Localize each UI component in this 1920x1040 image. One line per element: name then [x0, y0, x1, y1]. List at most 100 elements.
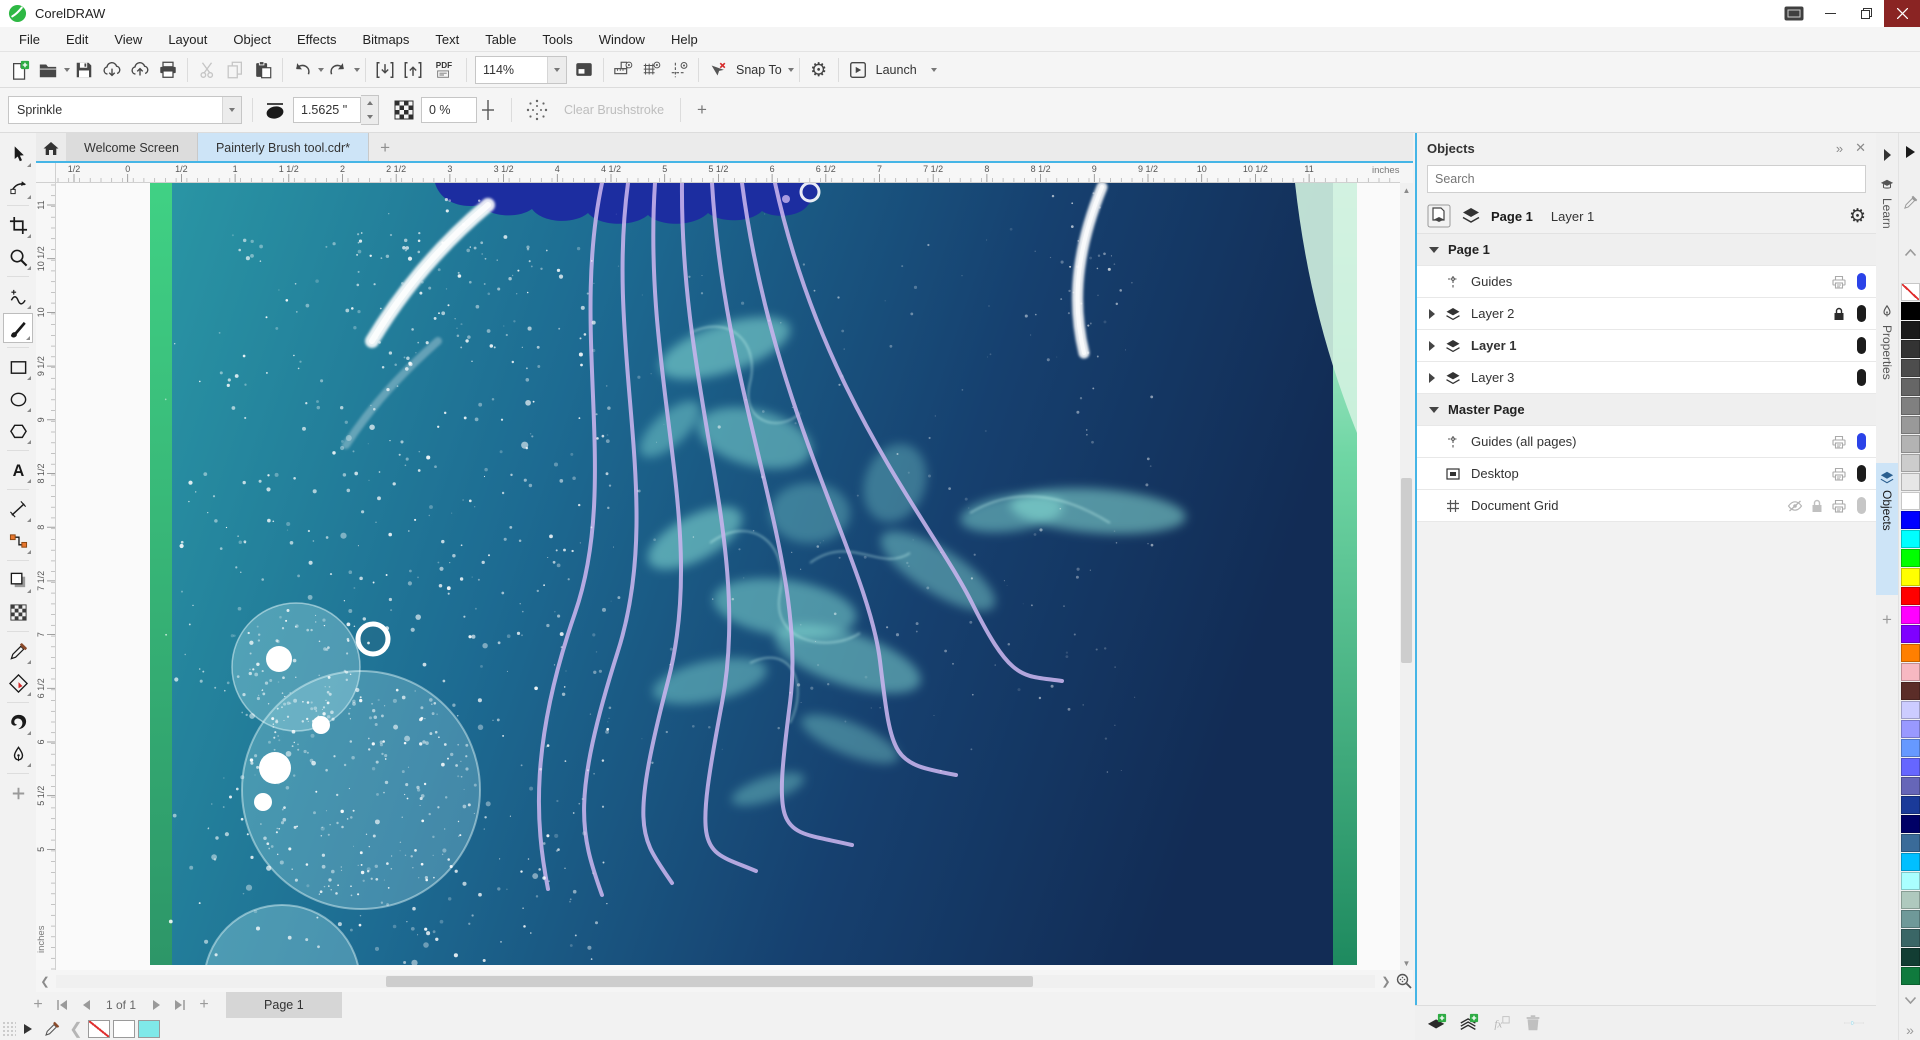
next-page-button[interactable] [144, 994, 168, 1016]
docker-close-icon[interactable]: ✕ [1855, 140, 1866, 156]
palette-swatch-5b2d28[interactable] [1901, 682, 1920, 700]
previous-page-button[interactable] [74, 994, 98, 1016]
dimension-tool[interactable] [3, 494, 33, 524]
import-button[interactable] [371, 56, 399, 84]
layer-row-document-grid[interactable]: Document Grid [1417, 490, 1876, 522]
palette-swatch-6699ff[interactable] [1901, 739, 1920, 757]
docker-collapse-icon[interactable]: » [1836, 141, 1843, 156]
add-page-button-2[interactable]: + [192, 994, 216, 1016]
palette-expand-icon[interactable]: » [1899, 1019, 1920, 1040]
publish-to-pdf-button[interactable]: PDF [427, 56, 461, 84]
layer-options-gear-icon[interactable]: ⚙ [1849, 205, 1866, 227]
tab-objects[interactable]: Objects [1876, 463, 1898, 595]
horizontal-scroll-thumb[interactable] [386, 976, 1033, 987]
connector-tool[interactable] [3, 526, 33, 556]
document-tab-1[interactable]: Welcome Screen [66, 133, 198, 163]
palette-swatch-e6e6e6[interactable] [1901, 473, 1920, 491]
touch-mode-icon[interactable] [1776, 0, 1812, 27]
palette-eyedropper-icon[interactable] [1899, 191, 1920, 213]
palette-swatch-f7b8c2[interactable] [1901, 663, 1920, 681]
add-preset-button[interactable]: + [697, 100, 707, 120]
pick-tool[interactable] [3, 139, 33, 169]
palette-swatch-6666b8[interactable] [1901, 777, 1920, 795]
launch-dropdown[interactable] [931, 68, 937, 72]
palette-swatch-6f9999[interactable] [1901, 910, 1920, 928]
active-layer-state-icon[interactable] [1427, 204, 1451, 228]
menu-view[interactable]: View [101, 29, 155, 50]
palette-swatch-9999ff[interactable] [1901, 720, 1920, 738]
horizontal-scrollbar[interactable]: ❮ ❯ [36, 970, 1413, 992]
transparency-slider-icon[interactable] [477, 97, 499, 123]
scroll-left-button[interactable]: ❮ [36, 972, 54, 990]
palette-swatch-3a6666[interactable] [1901, 929, 1920, 947]
polygon-tool[interactable] [3, 416, 33, 446]
palette-swatch-7f00ff[interactable] [1901, 625, 1920, 643]
layer-row-desktop[interactable]: Desktop [1417, 458, 1876, 490]
add-docker-button[interactable]: + [1876, 603, 1898, 634]
interactive-fill-tool[interactable] [3, 668, 33, 698]
palette-swatch-b3b3b3[interactable] [1901, 435, 1920, 453]
palette-swatch-ccccff[interactable] [1901, 701, 1920, 719]
scroll-right-button[interactable]: ❯ [1377, 972, 1395, 990]
rectangle-tool[interactable] [3, 352, 33, 382]
new-tab-button[interactable]: + [369, 133, 401, 163]
vertical-scrollbar[interactable]: ▲ ▼ [1400, 183, 1413, 970]
layer-group-page-1[interactable]: Page 1 [1417, 234, 1876, 266]
layer-row-guides-all-pages-[interactable]: Guides (all pages) [1417, 426, 1876, 458]
menu-layout[interactable]: Layout [155, 29, 220, 50]
scroll-up-button[interactable]: ▲ [1400, 183, 1413, 197]
launch-icon[interactable] [844, 56, 872, 84]
minimize-button[interactable] [1812, 0, 1848, 27]
statusbar-flyout-arrow[interactable] [16, 1018, 40, 1040]
layer-row-layer-3[interactable]: Layer 3 [1417, 362, 1876, 394]
zoom-level-combo[interactable]: 114% [475, 56, 567, 84]
palette-swatch-0f7a3d[interactable] [1901, 967, 1920, 985]
layer-row-layer-2[interactable]: Layer 2 [1417, 298, 1876, 330]
palette-swatch-ff7f00[interactable] [1901, 644, 1920, 662]
expand-arrow-icon[interactable] [1429, 309, 1435, 319]
expand-arrow-icon[interactable] [1429, 373, 1435, 383]
shadow-tool[interactable] [3, 565, 33, 595]
palette-swatch-ff0000[interactable] [1901, 587, 1920, 605]
redo-button[interactable] [324, 56, 352, 84]
cloud-open-button[interactable] [98, 56, 126, 84]
expand-arrow-icon[interactable] [1429, 341, 1435, 351]
palette-swatch-000000[interactable] [1901, 302, 1920, 320]
printer-icon[interactable] [1831, 498, 1848, 514]
layer-group-master-page[interactable]: Master Page [1417, 394, 1876, 426]
palette-swatch-808080[interactable] [1901, 397, 1920, 415]
color-eyedropper-icon[interactable] [40, 1018, 64, 1040]
shape-tool[interactable] [3, 171, 33, 201]
transparency-tool[interactable] [3, 597, 33, 627]
palette-scroll-down[interactable] [1899, 989, 1920, 1011]
search-input[interactable] [1428, 172, 1865, 186]
add-page-button[interactable]: + [26, 994, 50, 1016]
palette-swatch-00ffff[interactable] [1901, 530, 1920, 548]
new-master-layer-button[interactable] [1459, 1013, 1479, 1033]
lock-icon[interactable] [1831, 306, 1848, 322]
zoom-tool[interactable] [3, 242, 33, 272]
menu-bitmaps[interactable]: Bitmaps [349, 29, 422, 50]
show-grid-button[interactable] [637, 56, 665, 84]
show-rulers-button[interactable] [609, 56, 637, 84]
palette-flyout-arrow[interactable] [1899, 141, 1920, 163]
menu-window[interactable]: Window [586, 29, 658, 50]
palette-swatch-999999[interactable] [1901, 416, 1920, 434]
status-swatch-none[interactable] [88, 1020, 110, 1038]
palette-swatch-none[interactable] [1901, 283, 1920, 301]
palette-swatch-aaffff[interactable] [1901, 872, 1920, 890]
status-swatch-ffffff[interactable] [113, 1020, 135, 1038]
undo-button[interactable] [288, 56, 316, 84]
last-page-button[interactable] [168, 994, 192, 1016]
paste-button[interactable] [249, 56, 277, 84]
cloud-save-button[interactable] [126, 56, 154, 84]
tab-learn[interactable]: Learn [1876, 171, 1898, 288]
palette-swatch-cccccc[interactable] [1901, 454, 1920, 472]
menu-object[interactable]: Object [220, 29, 284, 50]
fullscreen-preview-button[interactable] [570, 56, 598, 84]
text-tool[interactable]: A [3, 455, 33, 485]
palette-swatch-00bfff[interactable] [1901, 853, 1920, 871]
home-tab[interactable] [36, 133, 66, 163]
visibility-off-icon[interactable] [1787, 498, 1804, 514]
layer-color-pill[interactable] [1857, 305, 1866, 322]
